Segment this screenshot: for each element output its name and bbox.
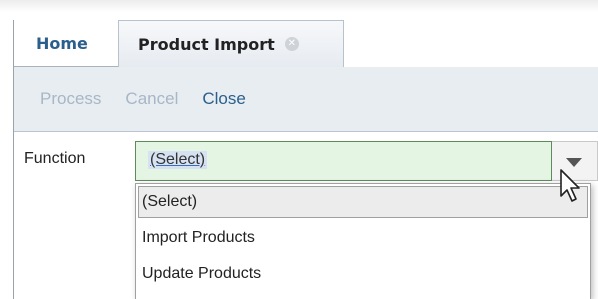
tab-product-import[interactable]: Product Import ✕ — [118, 20, 344, 67]
mouse-cursor-icon — [560, 169, 580, 202]
tab-home[interactable]: Home — [14, 20, 118, 67]
close-icon[interactable]: ✕ — [284, 37, 299, 51]
chevron-down-icon — [566, 158, 582, 167]
tab-product-import-label: Product Import — [138, 34, 275, 54]
cancel-button[interactable]: Cancel — [125, 89, 178, 109]
function-select[interactable]: (Select) — [135, 141, 552, 181]
dropdown-option-select[interactable]: (Select) — [138, 186, 588, 218]
window-top-shadow — [0, 0, 598, 12]
process-button[interactable]: Process — [40, 89, 101, 109]
function-label: Function — [24, 150, 86, 167]
toolbar: Process Cancel Close — [14, 67, 598, 132]
tab-home-label: Home — [36, 33, 88, 53]
function-dropdown-list: (Select) Import Products Update Products — [135, 183, 591, 299]
dropdown-option-update-products[interactable]: Update Products — [136, 256, 590, 292]
function-select-value: (Select) — [148, 151, 208, 169]
window-left-edge — [0, 20, 14, 299]
dropdown-option-import-products[interactable]: Import Products — [136, 220, 590, 256]
close-button[interactable]: Close — [202, 89, 245, 109]
